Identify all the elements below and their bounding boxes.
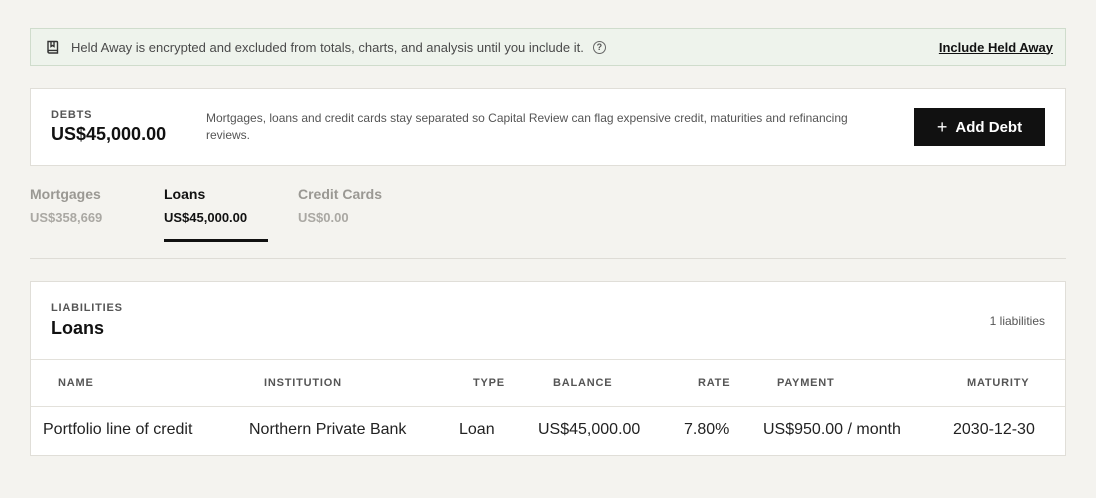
add-debt-button[interactable]: + Add Debt (914, 108, 1045, 146)
cell-institution: Northern Private Bank (249, 421, 407, 438)
tab-credit-cards-label: Credit Cards (298, 186, 383, 202)
cell-payment: US$950.00 / month (763, 421, 901, 438)
debts-total: US$45,000.00 (51, 124, 167, 144)
tab-mortgages-label: Mortgages (30, 186, 101, 202)
tab-loans-label: Loans (164, 186, 206, 202)
plus-icon: + (936, 117, 948, 137)
column-header-institution: INSTITUTION (264, 377, 342, 389)
column-header-rate: RATE (698, 377, 731, 389)
tab-loans[interactable]: Loans US$45,000.00 (164, 186, 269, 242)
debt-category-tabs: Mortgages US$358,669 Loans US$45,000.00 … (30, 186, 1066, 259)
liabilities-count: 1 liabilities (989, 314, 1045, 328)
debts-label: DEBTS (51, 109, 93, 121)
debts-summary-card: DEBTS US$45,000.00 Mortgages, loans and … (30, 88, 1066, 166)
tab-credit-cards[interactable]: Credit Cards US$0.00 (298, 186, 382, 225)
liabilities-label: LIABILITIES (51, 302, 123, 314)
liabilities-title: Loans (51, 318, 105, 338)
column-header-type: TYPE (473, 377, 505, 389)
include-held-away-link[interactable]: Include Held Away (939, 40, 1053, 55)
cell-type: Loan (459, 421, 495, 438)
divider (31, 406, 1065, 407)
column-header-payment: PAYMENT (777, 377, 835, 389)
banner-message: Held Away is encrypted and excluded from… (71, 39, 584, 55)
tab-mortgages-value: US$358,669 (30, 210, 103, 225)
liabilities-card: LIABILITIES Loans 1 liabilities NAME INS… (30, 281, 1066, 456)
tab-mortgages[interactable]: Mortgages US$358,669 (30, 186, 102, 225)
cell-name: Portfolio line of credit (43, 421, 193, 438)
help-icon[interactable]: ? (592, 40, 606, 54)
column-header-maturity: MATURITY (967, 377, 1030, 389)
cell-maturity: 2030-12-30 (953, 421, 1035, 438)
tab-credit-cards-value: US$0.00 (298, 210, 349, 225)
column-header-balance: BALANCE (553, 377, 613, 389)
held-away-banner: Held Away is encrypted and excluded from… (30, 28, 1066, 66)
add-debt-label: Add Debt (955, 118, 1023, 136)
divider (31, 359, 1065, 360)
debts-description: Mortgages, loans and credit cards stay s… (206, 111, 848, 142)
cell-rate: 7.80% (684, 421, 730, 438)
cell-balance: US$45,000.00 (538, 421, 641, 438)
tab-loans-value: US$45,000.00 (164, 210, 248, 225)
book-icon (45, 39, 61, 55)
column-header-name: NAME (58, 377, 94, 389)
